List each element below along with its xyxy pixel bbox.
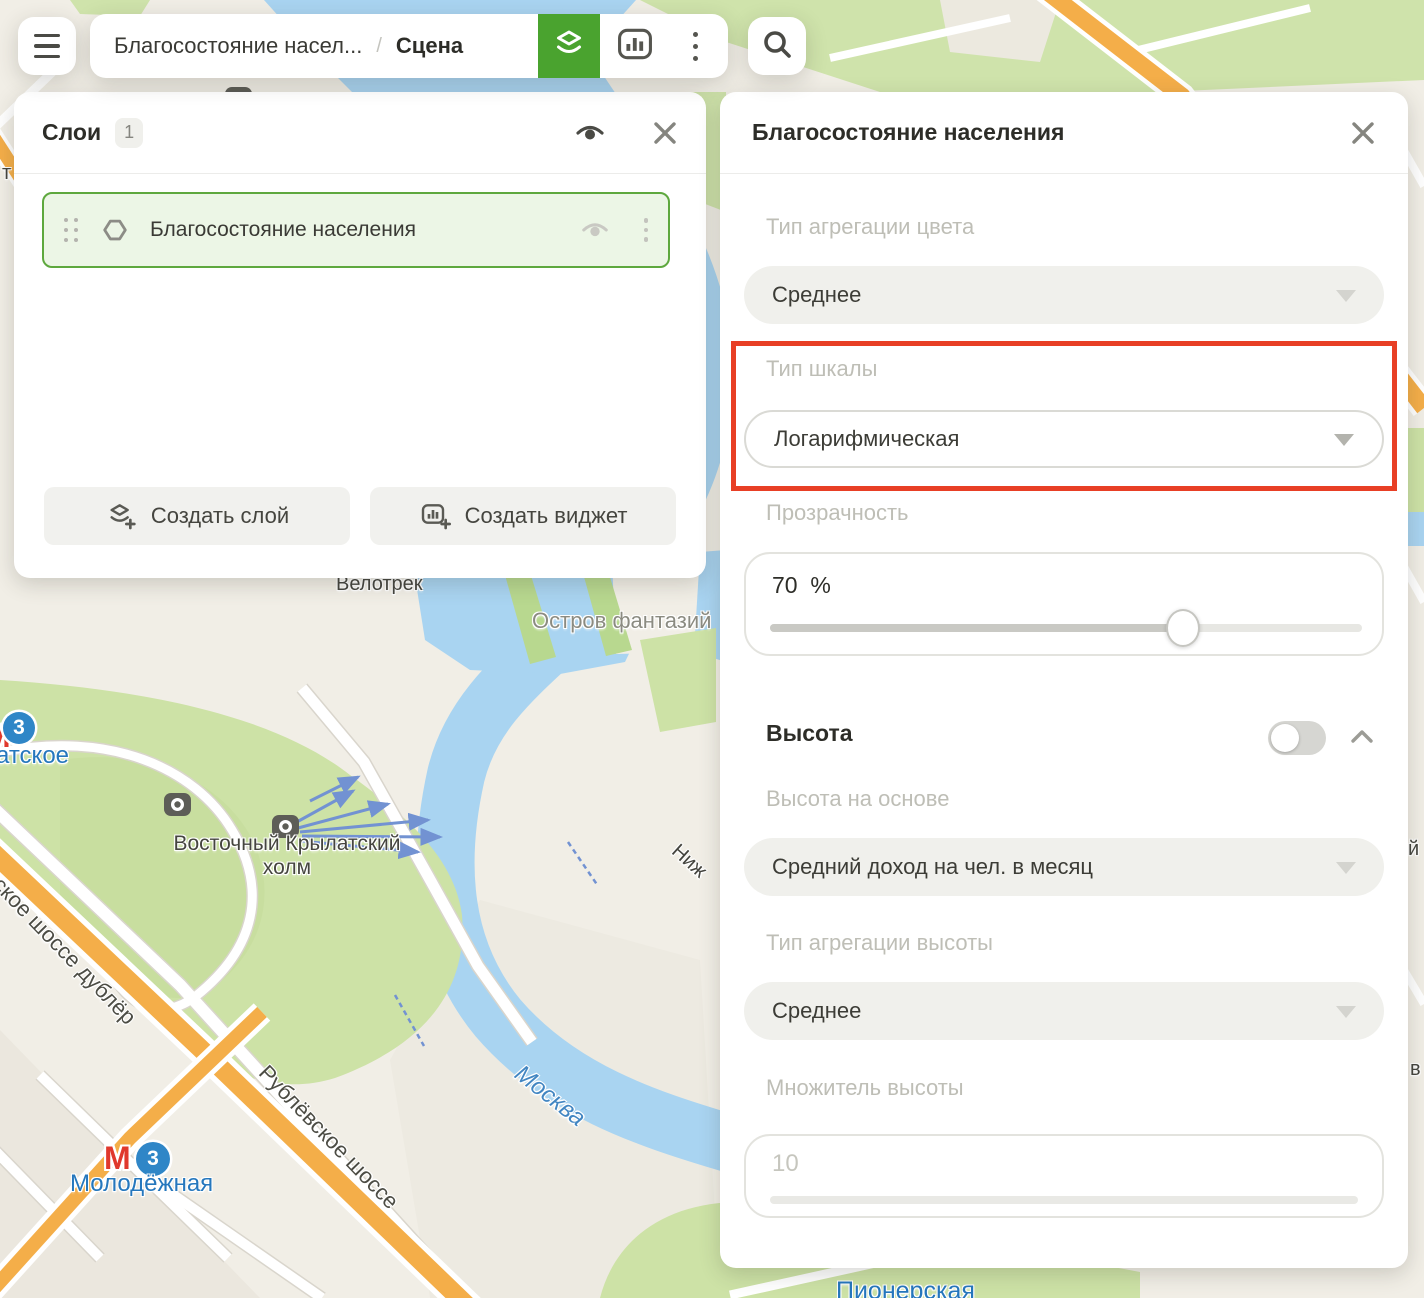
scale-type-select[interactable]: Логарифмическая: [744, 410, 1384, 468]
collapse-chevron-up-icon[interactable]: [1350, 728, 1374, 749]
height-aggregation-value: Среднее: [772, 998, 861, 1024]
layers-mode-button[interactable]: [538, 14, 600, 78]
height-multiplier-track: [770, 1196, 1358, 1204]
opacity-label: Прозрачность: [766, 500, 909, 526]
settings-panel-header: Благосостояние населения: [720, 92, 1408, 174]
metro-line3-badge-2: 3: [3, 712, 35, 744]
opacity-slider-thumb[interactable]: [1166, 607, 1202, 649]
breadcrumb-scene: Сцена: [396, 33, 463, 59]
map-label-pionerskaya: Пионерская: [836, 1277, 975, 1298]
menu-button[interactable]: [18, 17, 76, 75]
color-aggregation-label: Тип агрегации цвета: [766, 214, 974, 240]
settings-panel-close-icon[interactable]: [1350, 120, 1376, 146]
layer-row[interactable]: Благосостояние населения: [42, 192, 670, 268]
hill-line1: Восточный Крылатский: [174, 832, 401, 855]
scale-type-value: Логарифмическая: [774, 426, 959, 452]
opacity-field: 70 %: [744, 552, 1384, 656]
chevron-down-icon: [1336, 1006, 1356, 1018]
layers-count-badge: 1: [115, 118, 143, 148]
opacity-value: 70 %: [772, 572, 831, 599]
opacity-unit: %: [810, 572, 830, 598]
height-source-label: Высота на основе: [766, 786, 949, 812]
layers-panel-title: Слои: [42, 119, 101, 146]
toggle-knob: [1271, 724, 1299, 752]
color-aggregation-value: Среднее: [772, 282, 861, 308]
layers-icon: [551, 26, 587, 67]
more-options-button[interactable]: [670, 14, 720, 78]
layer-settings-panel: Благосостояние населения Тип агрегации ц…: [720, 92, 1408, 1268]
layers-visibility-eye-icon[interactable]: [574, 117, 606, 149]
height-aggregation-label: Тип агрегации высоты: [766, 930, 993, 956]
layer-eye-icon[interactable]: [580, 215, 610, 245]
drag-handle[interactable]: [64, 218, 78, 242]
opacity-slider-fill: [770, 624, 1184, 632]
layers-panel: Слои 1 Благо: [14, 92, 706, 578]
height-toggle[interactable]: [1268, 721, 1326, 755]
color-aggregation-select: Среднее: [744, 266, 1384, 324]
map-label-frag-y: й: [1408, 838, 1419, 861]
height-multiplier-input[interactable]: [772, 1150, 1332, 1178]
map-label-molodezhnaya: Молодёжная: [70, 1170, 213, 1198]
height-aggregation-select: Среднее: [744, 982, 1384, 1040]
map-label-frag-v: в: [1410, 1058, 1421, 1081]
map-label-ostrov: Остров фантазий: [532, 608, 711, 634]
height-section-title: Высота: [766, 720, 853, 747]
height-source-select: Средний доход на чел. в месяц: [744, 838, 1384, 896]
search-icon: [761, 28, 793, 65]
breadcrumb-project[interactable]: Благосостояние насел...: [114, 33, 362, 59]
height-multiplier-label: Множитель высоты: [766, 1075, 964, 1101]
hill-line2: холм: [263, 856, 311, 879]
breadcrumb-bar: Благосостояние насел... / Сцена: [90, 14, 728, 78]
hexagon-layer-icon: [100, 215, 130, 245]
app-stage: Велотрек Остров фантазий Восточный Крыла…: [0, 0, 1424, 1298]
layers-panel-header: Слои 1: [14, 92, 706, 174]
height-multiplier-field: [744, 1134, 1384, 1218]
chevron-down-icon: [1336, 290, 1356, 302]
create-widget-icon: [419, 500, 451, 532]
opacity-slider-track[interactable]: [770, 624, 1362, 632]
map-label-frag-t: т: [2, 162, 11, 185]
create-layer-button[interactable]: Создать слой: [44, 487, 350, 545]
layer-name: Благосостояние населения: [150, 218, 416, 242]
breadcrumb-separator: /: [376, 35, 382, 58]
search-button[interactable]: [748, 17, 806, 75]
scale-type-label: Тип шкалы: [766, 356, 877, 382]
create-widget-label: Создать виджет: [465, 503, 628, 529]
create-widget-button[interactable]: Создать виджет: [370, 487, 676, 545]
layers-panel-close-icon[interactable]: [652, 120, 678, 146]
create-layer-icon: [105, 500, 137, 532]
height-source-value: Средний доход на чел. в месяц: [772, 854, 1093, 880]
bar-chart-icon: [616, 26, 654, 67]
create-layer-label: Создать слой: [151, 503, 289, 529]
chevron-down-icon: [1336, 862, 1356, 874]
map-label-hill: Восточный Крылатский холм: [117, 832, 457, 880]
chevron-down-icon: [1334, 434, 1354, 446]
widgets-mode-button[interactable]: [604, 14, 666, 78]
settings-panel-title: Благосостояние населения: [752, 119, 1064, 146]
opacity-number: 70: [772, 572, 798, 598]
map-label-atskoe: атское: [0, 742, 69, 770]
layer-kebab-icon[interactable]: [644, 218, 649, 242]
